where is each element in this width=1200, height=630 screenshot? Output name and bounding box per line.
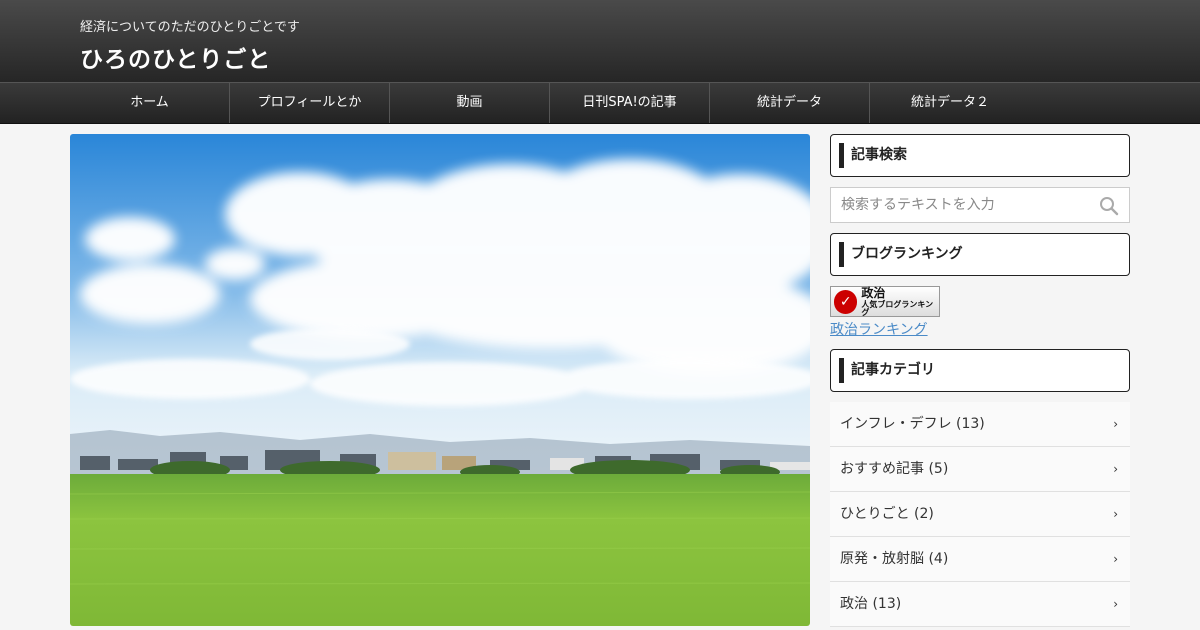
search-box [830,187,1130,223]
global-nav: ホーム プロフィールとか 動画 日刊SPA!の記事 統計データ 統計データ２ [0,82,1200,124]
search-input[interactable] [831,188,1091,222]
ranking-link[interactable]: 政治ランキング [830,319,1130,339]
nav-item-statistics-2[interactable]: 統計データ２ [870,83,1030,123]
category-item[interactable]: ひとりごと (2) › [830,492,1130,537]
nav-item-home[interactable]: ホーム [70,83,230,123]
category-item[interactable]: インフレ・デフレ (13) › [830,402,1130,447]
ranking-banner-sub: 人気ブログランキング [861,299,934,317]
category-widget-title: 記事カテゴリ [830,349,1130,392]
nav-item-video[interactable]: 動画 [390,83,550,123]
chevron-right-icon: › [1113,507,1118,521]
chevron-right-icon: › [1113,462,1118,476]
ranking-banner-main: 政治 [861,285,886,300]
ranking-banner[interactable]: ✓ 政治 人気ブログランキング [830,286,940,317]
site-title[interactable]: ひろのひとりごと [80,40,271,74]
hero-landscape-graphic [70,134,810,626]
category-item[interactable]: 政治 (13) › [830,582,1130,627]
chevron-right-icon: › [1113,597,1118,611]
site-tagline: 経済についてのただのひとりごとです [80,20,300,35]
nav-item-statistics[interactable]: 統計データ [710,83,870,123]
hero-image [70,134,810,626]
nav-item-spa-articles[interactable]: 日刊SPA!の記事 [550,83,710,123]
search-icon[interactable] [1099,196,1119,216]
nav-item-profile[interactable]: プロフィールとか [230,83,390,123]
chevron-right-icon: › [1113,552,1118,566]
ranking-logo-icon: ✓ [834,289,858,314]
main-area: 記事検索 ブログランキング ✓ 政治 人気ブログランキング 政治ランキング 記事… [0,124,1200,630]
site-header: 経済についてのただのひとりごとです ひろのひとりごと [0,0,1200,82]
ranking-block: ✓ 政治 人気ブログランキング 政治ランキング [830,286,1130,339]
ranking-widget-title: ブログランキング [830,233,1130,276]
category-item[interactable]: 原発・放射脳 (4) › [830,537,1130,582]
search-widget-title: 記事検索 [830,134,1130,177]
sidebar: 記事検索 ブログランキング ✓ 政治 人気ブログランキング 政治ランキング 記事… [830,134,1130,627]
chevron-right-icon: › [1113,417,1118,431]
category-list: インフレ・デフレ (13) › おすすめ記事 (5) › ひとりごと (2) › 原発… [830,402,1130,627]
category-item[interactable]: おすすめ記事 (5) › [830,447,1130,492]
